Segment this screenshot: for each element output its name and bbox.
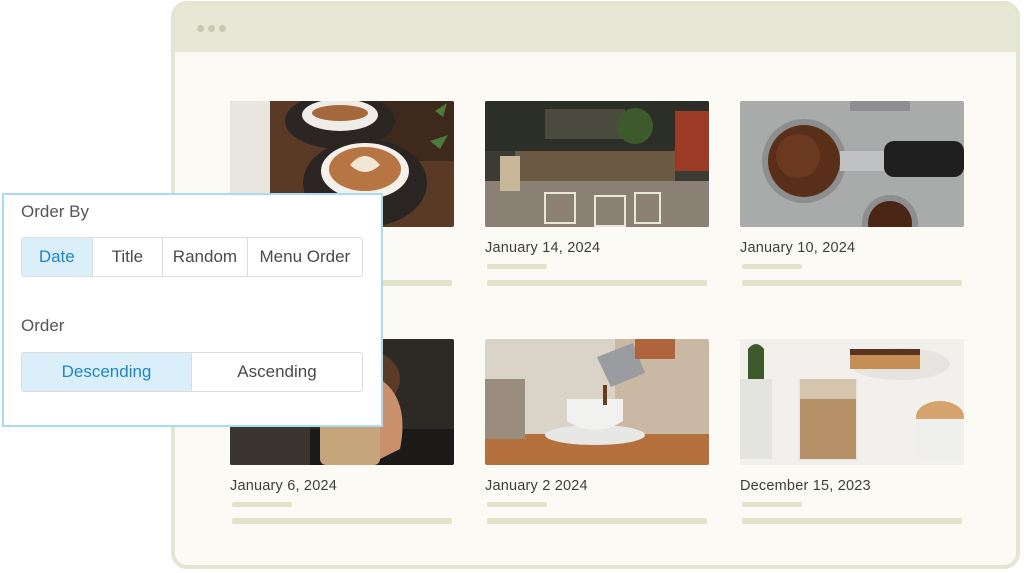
post-thumbnail[interactable] <box>740 101 964 227</box>
post-thumbnail[interactable] <box>485 339 709 465</box>
post-excerpt-placeholder <box>742 264 802 269</box>
order-direction-segmented-control: Descending Ascending <box>21 352 363 392</box>
browser-titlebar <box>175 5 1016 52</box>
order-descending-button[interactable]: Descending <box>22 353 192 391</box>
post-thumbnail[interactable] <box>485 101 709 227</box>
post-date: January 14, 2024 <box>485 240 601 256</box>
post-excerpt-placeholder <box>232 518 452 524</box>
order-by-menu-order-button[interactable]: Menu Order <box>248 238 362 276</box>
post-date: December 15, 2023 <box>740 478 871 494</box>
post-excerpt-placeholder <box>232 502 292 507</box>
order-by-random-button[interactable]: Random <box>163 238 248 276</box>
post-date: January 2 2024 <box>485 478 588 494</box>
order-label: Order <box>21 316 65 335</box>
post-thumbnail[interactable] <box>740 339 964 465</box>
post-excerpt-placeholder <box>487 518 707 524</box>
post-excerpt-placeholder <box>742 518 962 524</box>
order-ascending-button[interactable]: Ascending <box>192 353 362 391</box>
window-dots <box>197 25 226 32</box>
order-by-title-button[interactable]: Title <box>93 238 164 276</box>
post-excerpt-placeholder <box>487 264 547 269</box>
post-excerpt-placeholder <box>742 502 802 507</box>
order-settings-panel: Order By Date Title Random Menu Order Or… <box>2 193 383 427</box>
post-excerpt-placeholder <box>487 502 547 507</box>
post-excerpt-placeholder <box>742 280 962 286</box>
post-date: January 6, 2024 <box>230 478 337 494</box>
post-date: January 10, 2024 <box>740 240 856 256</box>
order-by-segmented-control: Date Title Random Menu Order <box>21 237 363 277</box>
window-dot-icon <box>219 25 226 32</box>
window-dot-icon <box>208 25 215 32</box>
order-by-date-button[interactable]: Date <box>22 238 93 276</box>
order-by-label: Order By <box>21 202 90 221</box>
window-dot-icon <box>197 25 204 32</box>
post-excerpt-placeholder <box>487 280 707 286</box>
